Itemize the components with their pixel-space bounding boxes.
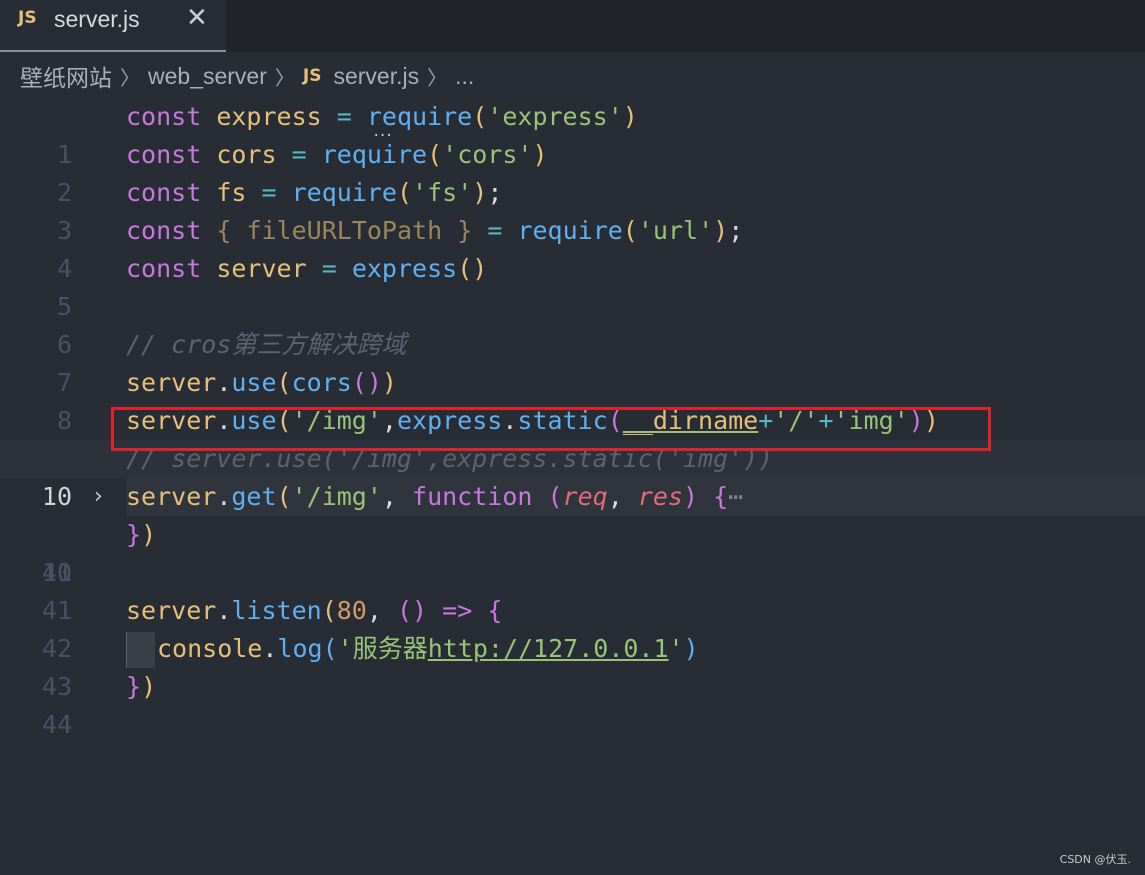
code-line[interactable]: 4 const { fileURLToPath } = require('url…: [0, 212, 1145, 283]
code-line[interactable]: 6: [0, 288, 1145, 359]
javascript-file-icon: JS: [18, 8, 37, 28]
code-text: server.listen(80, () => {: [126, 596, 503, 625]
code-line[interactable]: 44 }): [0, 668, 1145, 739]
code-text: const cors = require('cors'): [126, 140, 548, 169]
tab-bar: JS server.js ✕: [0, 0, 1145, 52]
breadcrumb-item-subfolder[interactable]: web_server: [148, 63, 267, 90]
line-number: 44: [41, 710, 72, 739]
chevron-right-icon: 〉: [120, 65, 140, 90]
code-text: const fs = require('fs');: [126, 178, 503, 207]
chevron-right-icon: 〉: [427, 65, 448, 90]
indent-guide: [126, 632, 155, 668]
code-line[interactable]: 41: [0, 554, 1145, 625]
code-text: }): [126, 672, 157, 701]
code-line[interactable]: 7 // cros第三方解决跨域: [0, 326, 1145, 397]
code-line[interactable]: 43 console.log('服务器http://127.0.0.1'): [0, 630, 1145, 701]
chevron-right-icon[interactable]: ›: [94, 478, 103, 516]
folded-ellipsis: ⋯: [728, 482, 744, 511]
code-line[interactable]: 2 const cors = require('cors'): [0, 136, 1145, 207]
close-icon[interactable]: ✕: [186, 3, 208, 33]
breadcrumb: 壁纸网站 〉 web_server 〉 JS server.js 〉 ...: [20, 60, 474, 92]
code-text: server.use(cors()): [126, 368, 397, 397]
code-text: const server = express(): [126, 254, 488, 283]
tab-server-js[interactable]: JS server.js ✕: [0, 0, 226, 52]
watermark: CSDN @伏玉.: [1059, 853, 1131, 866]
tab-title: server.js: [54, 6, 140, 32]
code-text: const { fileURLToPath } = require('url')…: [126, 216, 744, 245]
highlight-annotation-box: [111, 407, 991, 451]
code-text: }): [126, 520, 157, 549]
breadcrumb-item-symbol[interactable]: ...: [455, 63, 474, 90]
breadcrumb-item-file[interactable]: server.js: [333, 63, 419, 90]
code-text: server.get('/img', function (req, res) {…: [126, 482, 744, 511]
code-line[interactable]: 3 const fs = require('fs');: [0, 174, 1145, 245]
code-line-folded[interactable]: 11 › server.get('/img', function (req, r…: [0, 478, 1145, 587]
code-line[interactable]: 5 const server = express(): [0, 250, 1145, 321]
code-line[interactable]: 1 const express = require('express'): [0, 98, 1145, 169]
hint-dots: ...: [372, 124, 393, 140]
breadcrumb-item-folder[interactable]: 壁纸网站: [20, 59, 112, 93]
code-editor[interactable]: 1 const express = require('express') 2 c…: [0, 98, 1145, 739]
code-line[interactable]: 8 server.use(cors()): [0, 364, 1145, 435]
chevron-right-icon: 〉: [274, 65, 295, 90]
code-line[interactable]: 40 }): [0, 516, 1145, 587]
code-line[interactable]: 42 server.listen(80, () => {: [0, 592, 1145, 663]
code-text: console.log('服务器http://127.0.0.1'): [157, 634, 699, 663]
code-comment: // cros第三方解决跨域: [126, 330, 407, 359]
javascript-file-icon: JS: [302, 66, 322, 86]
